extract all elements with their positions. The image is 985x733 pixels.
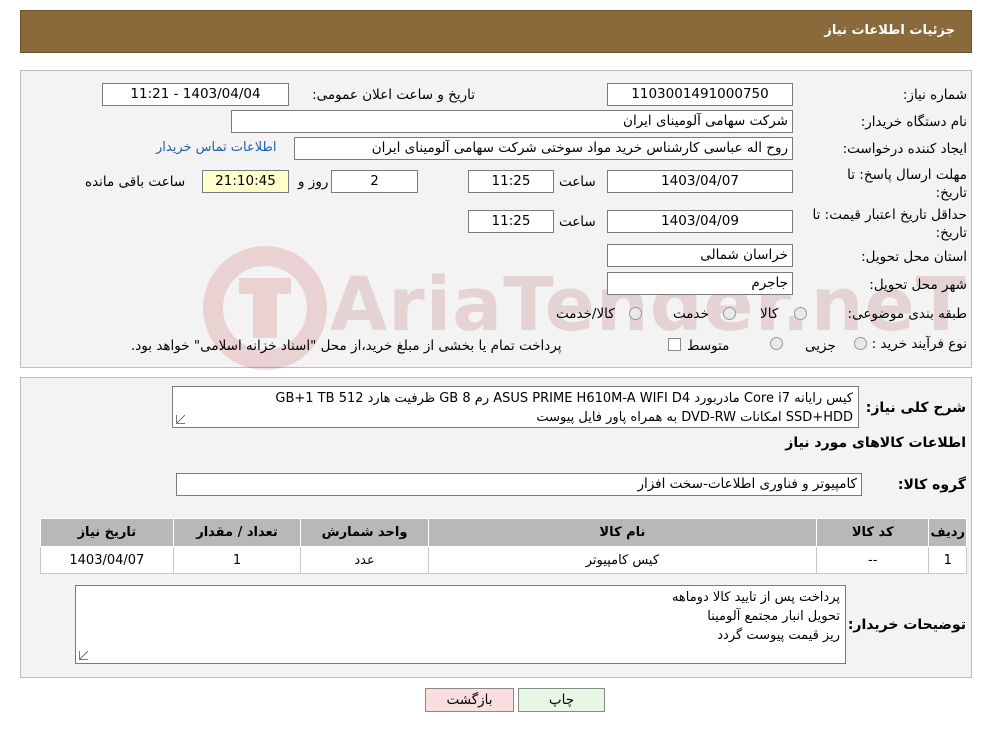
category-goods-service-radio[interactable] xyxy=(629,307,642,320)
reply-deadline-label-text: مهلت ارسال پاسخ: تا تاریخ: xyxy=(847,167,967,201)
buyer-contact-link[interactable]: اطلاعات تماس خریدار xyxy=(156,140,276,155)
resize-grip-icon[interactable] xyxy=(79,651,88,660)
goods-info-title: اطلاعات کالاهای مورد نیاز xyxy=(785,435,966,451)
buyer-org-label: نام دستگاه خریدار: xyxy=(860,114,967,130)
reply-deadline-date-field: 1403/04/07 xyxy=(607,170,793,193)
print-button[interactable]: چاپ xyxy=(518,688,605,712)
resize-grip-icon[interactable] xyxy=(176,415,185,424)
buyer-note-line-1: پرداخت پس از تایید کالا دوماهه xyxy=(671,590,840,605)
cell-name: کیس کامپیوتر xyxy=(427,546,817,574)
goods-group-label: گروه کالا: xyxy=(897,477,966,493)
treasury-note: پرداخت تمام یا بخشی از مبلغ خرید،از محل … xyxy=(131,338,562,354)
summary-label: شرح کلی نیاز: xyxy=(865,400,966,416)
remaining-time-label: ساعت باقی مانده xyxy=(85,174,186,190)
items-table-wrapper: ردیف کد کالا نام کالا واحد شمارش تعداد /… xyxy=(40,518,967,574)
summary-line-1: کیس رایانه Core i7 مادربورد ASUS PRIME H… xyxy=(275,391,853,406)
items-table-header-row: ردیف کد کالا نام کالا واحد شمارش تعداد /… xyxy=(40,518,967,547)
back-button[interactable]: بازگشت xyxy=(425,688,514,712)
watermark-logo xyxy=(195,238,335,378)
city-field: جاجرم xyxy=(607,272,793,295)
requester-label: ایجاد کننده درخواست: xyxy=(842,141,967,157)
treasury-checkbox[interactable] xyxy=(668,338,681,351)
category-goods-service-label: کالا/خدمت xyxy=(556,306,615,322)
cell-date: 1403/04/07 xyxy=(40,546,174,574)
province-field: خراسان شمالی xyxy=(607,244,793,267)
buyer-notes-label: توضیحات خریدار: xyxy=(847,617,966,633)
col-row-header: ردیف xyxy=(928,518,967,547)
category-goods-radio[interactable] xyxy=(794,307,807,320)
price-validity-label: حداقل تاریخ اعتبار قیمت: تا تاریخ: xyxy=(802,206,967,242)
days-label: روز و xyxy=(298,174,329,190)
announce-datetime-label: تاریخ و ساعت اعلان عمومی: xyxy=(312,87,475,103)
col-qty-header: تعداد / مقدار xyxy=(172,518,302,547)
goods-group-field: کامپیوتر و فناوری اطلاعات-سخت افزار xyxy=(176,473,862,496)
reply-deadline-label: مهلت ارسال پاسخ: تا تاریخ: xyxy=(812,166,967,202)
buyer-note-line-3: ریز قیمت پیوست گردد xyxy=(717,628,840,643)
buyer-notes-text: پرداخت پس از تایید کالا دوماهه تحویل انب… xyxy=(75,585,846,664)
city-label: شهر محل تحویل: xyxy=(869,277,967,293)
category-service-label: خدمت xyxy=(673,306,709,322)
summary-text: کیس رایانه Core i7 مادربورد ASUS PRIME H… xyxy=(172,386,859,428)
col-unit-header: واحد شمارش xyxy=(300,518,429,547)
remaining-time-field: 21:10:45 xyxy=(202,170,289,193)
purchase-medium-label: متوسط xyxy=(687,338,730,354)
table-row: 1 -- کیس کامپیوتر عدد 1 1403/04/07 xyxy=(40,546,967,574)
need-number-label: شماره نیاز: xyxy=(902,87,967,103)
cell-row: 1 xyxy=(928,546,967,574)
cell-code: -- xyxy=(815,546,930,574)
reply-deadline-time-field: 11:25 xyxy=(468,170,554,193)
items-table: ردیف کد کالا نام کالا واحد شمارش تعداد /… xyxy=(40,518,967,574)
reply-deadline-time-label: ساعت xyxy=(559,174,596,190)
cell-qty: 1 xyxy=(172,546,302,574)
purchase-minor-label: جزیی xyxy=(805,338,836,354)
province-label: استان محل تحویل: xyxy=(861,249,967,265)
col-code-header: کد کالا xyxy=(815,518,930,547)
col-name-header: نام کالا xyxy=(427,518,817,547)
category-service-radio[interactable] xyxy=(723,307,736,320)
summary-line-2: SSD+HDD امکانات DVD-RW به همراه پاور فای… xyxy=(536,410,853,425)
price-validity-time-field: 11:25 xyxy=(468,210,554,233)
purchase-medium-radio[interactable] xyxy=(770,337,783,350)
buyer-org-field: شرکت سهامی آلومینای ایران xyxy=(231,110,793,133)
price-validity-time-label: ساعت xyxy=(559,214,596,230)
remaining-days-field: 2 xyxy=(331,170,418,193)
purchase-minor-radio[interactable] xyxy=(854,337,867,350)
price-validity-label-text: حداقل تاریخ اعتبار قیمت: تا تاریخ: xyxy=(812,207,967,241)
purchase-type-label: نوع فرآیند خرید : xyxy=(871,336,967,352)
col-date-header: تاریخ نیاز xyxy=(40,518,174,547)
category-label: طبقه بندی موضوعی: xyxy=(847,306,967,322)
price-validity-date-field: 1403/04/09 xyxy=(607,210,793,233)
cell-unit: عدد xyxy=(300,546,429,574)
buyer-note-line-2: تحویل انبار مجتمع آلومینا xyxy=(707,609,840,624)
page-header: جزئیات اطلاعات نیاز xyxy=(20,10,972,53)
category-goods-label: کالا xyxy=(760,306,779,322)
requester-field: روح اله عباسی کارشناس خرید مواد سوختی شر… xyxy=(294,137,793,160)
page-title: جزئیات اطلاعات نیاز xyxy=(824,23,955,38)
need-number-field: 1103001491000750 xyxy=(607,83,793,106)
announce-datetime-field: 1403/04/04 - 11:21 xyxy=(102,83,289,106)
